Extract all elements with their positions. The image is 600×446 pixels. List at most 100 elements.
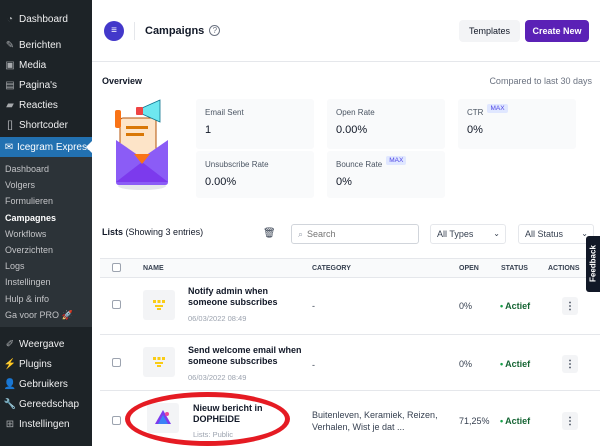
status-badge: Actief	[500, 301, 530, 311]
column-open: OPEN	[459, 265, 479, 272]
status-badge: Actief	[500, 416, 530, 426]
max-badge: MAX	[386, 156, 407, 165]
sidebar-item-paginas[interactable]: ▤ Pagina's	[0, 75, 92, 95]
select-all-checkbox[interactable]	[112, 263, 121, 272]
campaign-date: 06/03/2022 08:49	[188, 373, 247, 382]
table-header: NAME CATEGORY OPEN STATUS ACTIONS	[100, 258, 600, 278]
main-content: ≡ Campaigns ? Templates Create New Overv…	[92, 0, 600, 446]
envelope-megaphone-illustration	[115, 99, 168, 190]
mail-icon: ✉	[4, 141, 14, 153]
ctr-label: CTR	[467, 108, 484, 117]
column-status: STATUS	[501, 265, 528, 272]
search-icon: ⌕	[298, 228, 304, 239]
sidebar-item-media[interactable]: ▣ Media	[0, 55, 92, 75]
ctr-value: 0%	[467, 124, 483, 136]
pages-icon: ▤	[5, 79, 15, 91]
search-input[interactable]	[307, 229, 408, 239]
row-actions-button[interactable]: ⋮	[562, 412, 578, 430]
submenu-formulieren[interactable]: Formulieren	[0, 193, 92, 209]
status-badge: Actief	[500, 359, 530, 369]
sidebar-item-plugins[interactable]: ⚡ Plugins	[0, 355, 92, 375]
sidebar-item-icegram-express[interactable]: ✉ Icegram Express	[0, 137, 92, 157]
sidebar-item-instellingen[interactable]: ⊞ Instellingen	[0, 415, 92, 435]
comparison-period: Compared to last 30 days	[489, 76, 592, 86]
column-category: CATEGORY	[312, 265, 351, 272]
submenu-overzichten[interactable]: Overzichten	[0, 242, 92, 258]
sidebar-item-reacties[interactable]: ▰ Reacties	[0, 95, 92, 115]
bounce-rate-label: Bounce Rate	[336, 160, 383, 169]
sidebar-item-berichten[interactable]: ✎ Berichten	[0, 35, 92, 55]
admin-sidebar: ◔ Dashboard ✎ Berichten ▣ Media ▤ Pagina's ▰…	[0, 0, 92, 446]
dashboard-icon: ◔	[6, 13, 14, 25]
column-actions: ACTIONS	[548, 265, 580, 272]
campaign-name-link[interactable]: Notify admin when someone subscribes	[188, 286, 308, 308]
submenu-ga-voor-pro[interactable]: Ga voor PRO 🚀	[0, 307, 92, 323]
row-actions-button[interactable]: ⋮	[562, 297, 578, 315]
rocket-icon: 🚀	[61, 309, 73, 320]
media-icon: ▣	[5, 59, 15, 71]
row-checkbox[interactable]	[112, 416, 121, 425]
chevron-down-icon: ⌄	[493, 229, 500, 238]
campaign-thumbnail	[143, 347, 175, 377]
campaign-lists: Lists: Public	[193, 430, 234, 439]
trash-icon[interactable]: 🗑	[263, 228, 276, 239]
sidebar-item-gereedschap[interactable]: 🔧 Gereedschap	[0, 395, 92, 415]
template-icon	[153, 300, 165, 310]
header-divider	[134, 21, 135, 40]
campaign-name-link[interactable]: Send welcome email when someone subscrib…	[188, 345, 308, 367]
sidebar-item-dashboard[interactable]: ◔ Dashboard	[0, 9, 92, 29]
bounce-rate-value: 0%	[336, 176, 352, 188]
campaign-thumbnail	[147, 403, 179, 433]
unsubscribe-rate-card: Unsubscribe Rate 0.00%	[196, 151, 314, 198]
ctr-card: CTR MAX 0%	[458, 99, 576, 149]
type-filter-select[interactable]: All Types ⌄	[430, 224, 506, 244]
submenu-dashboard[interactable]: Dashboard	[0, 161, 92, 177]
lists-heading: Lists (Showing 3 entries)	[102, 227, 204, 237]
submenu-logs[interactable]: Logs	[0, 258, 92, 274]
campaign-open-rate: 0%	[459, 301, 473, 311]
submenu-hulp-info[interactable]: Hulp & info	[0, 291, 92, 307]
submenu-volgers[interactable]: Volgers	[0, 177, 92, 193]
icegram-submenu: Dashboard Volgers Formulieren Campagnes …	[0, 157, 92, 327]
create-new-button[interactable]: Create New	[525, 20, 589, 42]
sidebar-item-gebruikers[interactable]: 👤 Gebruikers	[0, 375, 92, 395]
comments-icon: ▰	[6, 99, 14, 111]
overview-title: Overview	[102, 76, 143, 86]
plugin-icon: ⚡	[3, 359, 17, 371]
submenu-campagnes[interactable]: Campagnes	[0, 210, 92, 226]
campaign-name-link[interactable]: Nieuw bericht in DOPHEIDE	[193, 403, 283, 425]
page-title: Campaigns	[145, 24, 205, 37]
bounce-rate-card: Bounce Rate MAX 0%	[327, 151, 445, 198]
status-filter-select[interactable]: All Status ⌄	[518, 224, 594, 244]
campaign-open-rate: 0%	[459, 359, 473, 369]
sidebar-item-weergave[interactable]: ✐ Weergave	[0, 335, 92, 355]
table-row: Nieuw bericht in DOPHEIDE Lists: Public …	[100, 391, 600, 446]
email-sent-label: Email Sent	[205, 108, 244, 117]
search-box[interactable]: ⌕	[291, 224, 419, 244]
submenu-workflows[interactable]: Workflows	[0, 226, 92, 242]
row-checkbox[interactable]	[112, 300, 121, 309]
unsubscribe-rate-value: 0.00%	[205, 176, 237, 188]
icegram-logo-icon: ≡	[104, 20, 124, 41]
unsubscribe-rate-label: Unsubscribe Rate	[205, 160, 269, 169]
campaign-category: Buitenleven, Keramiek, Reizen, Verhalen,…	[312, 410, 438, 432]
campaign-category: -	[312, 360, 315, 370]
feedback-tab[interactable]: Feedback	[586, 236, 600, 292]
post-image-icon	[155, 410, 171, 424]
templates-button[interactable]: Templates	[459, 20, 520, 42]
help-icon[interactable]: ?	[209, 25, 221, 36]
users-icon: 👤	[3, 379, 17, 391]
settings-icon: ⊞	[5, 419, 15, 431]
email-sent-value: 1	[205, 124, 212, 136]
email-sent-card: Email Sent 1	[196, 99, 314, 149]
row-checkbox[interactable]	[112, 358, 121, 367]
submenu-instellingen[interactable]: Instellingen	[0, 274, 92, 290]
tools-icon: 🔧	[3, 399, 17, 411]
row-actions-button[interactable]: ⋮	[562, 355, 578, 373]
campaign-open-rate: 71,25%	[459, 416, 490, 426]
page-header: ≡ Campaigns ? Templates Create New	[92, 0, 600, 62]
sidebar-item-shortcoder[interactable]: [] Shortcoder	[0, 115, 92, 135]
campaign-thumbnail	[143, 290, 175, 320]
open-rate-label: Open Rate	[336, 108, 375, 117]
pin-icon: ✎	[5, 39, 15, 51]
